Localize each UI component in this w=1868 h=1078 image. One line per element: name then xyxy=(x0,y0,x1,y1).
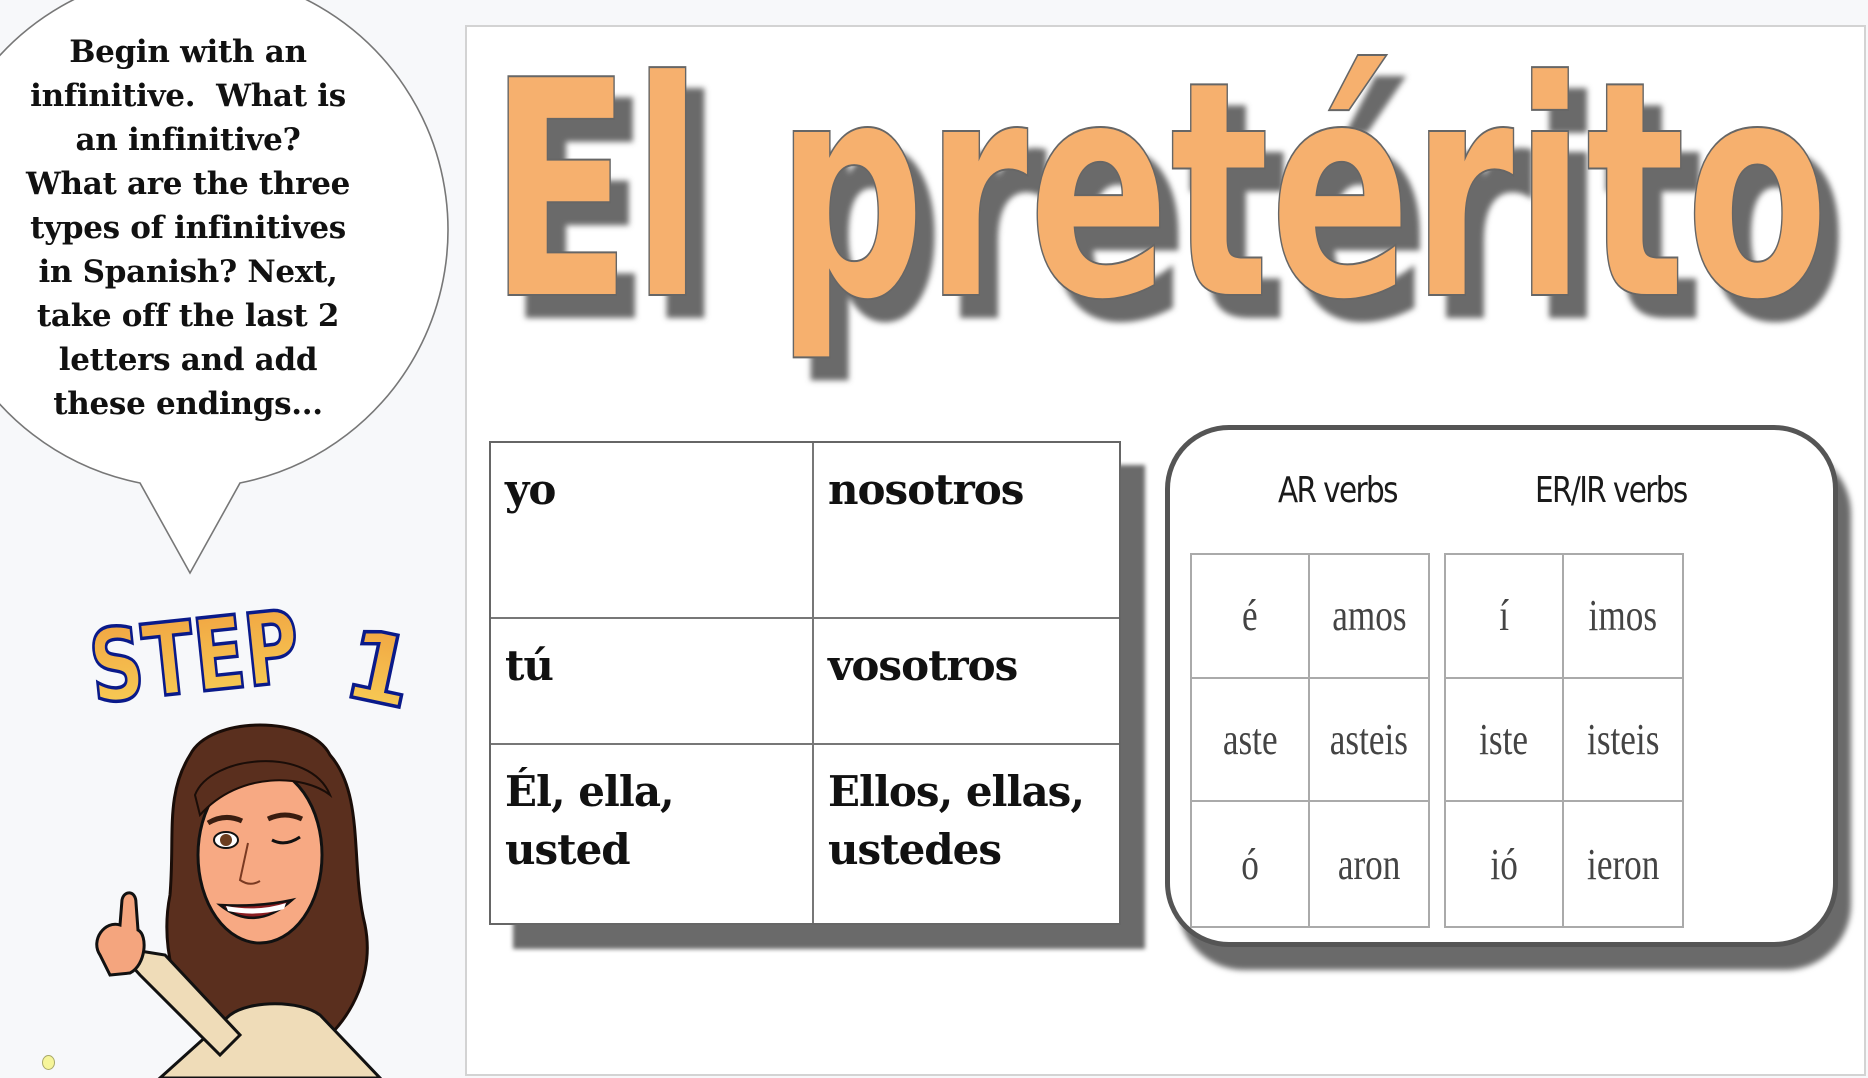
step-1-label: STEP 1 xyxy=(82,586,410,720)
cursor-dot xyxy=(42,1055,55,1070)
speech-bubble-line: infinitive. What is xyxy=(30,78,346,114)
ending-text: ieron xyxy=(1586,839,1660,889)
speech-bubble-line: types of infinitives xyxy=(30,210,346,246)
pronoun-cell: Ellos, ellas, ustedes xyxy=(828,767,1085,874)
speech-bubble-text: Begin with an infinitive. What is an infin… xyxy=(8,30,368,426)
er-ir-verbs-heading: ER/IR verbs xyxy=(1535,470,1688,511)
ending-text: aron xyxy=(1337,839,1401,889)
speech-bubble-line: in Spanish? Next, xyxy=(38,254,338,290)
slide-title: El pretérito xyxy=(488,27,1830,367)
speech-bubble-line: take off the last 2 xyxy=(36,298,340,334)
ending-cell: amos xyxy=(1310,555,1428,679)
ending-cell: ó xyxy=(1192,802,1310,926)
teacher-avatar xyxy=(95,723,383,1078)
speech-bubble-line: Begin with an xyxy=(69,34,307,70)
ending-cell: ieron xyxy=(1564,802,1682,926)
speech-bubble-line: What are the three xyxy=(25,166,351,202)
pronoun-table: yo nosotros tú vosotros Él, ella, usted Ellos… xyxy=(489,441,1121,925)
pronoun-cell: nosotros xyxy=(814,443,1119,619)
ending-text: asteis xyxy=(1329,714,1409,764)
ending-text: í xyxy=(1499,591,1509,641)
ending-text: amos xyxy=(1331,591,1407,641)
ending-cell: isteis xyxy=(1564,679,1682,803)
speech-bubble-line: letters and add xyxy=(58,342,318,378)
step-number: 1 xyxy=(335,607,410,720)
pronoun-cell: vosotros xyxy=(814,619,1119,745)
ending-cell: ió xyxy=(1446,802,1564,926)
ending-cell: iste xyxy=(1446,678,1564,803)
ending-cell: aste xyxy=(1192,678,1310,803)
ar-endings-table: é amos aste asteis ó aron xyxy=(1190,553,1430,928)
ending-text: isteis xyxy=(1586,714,1660,764)
ending-text: iste xyxy=(1479,714,1529,764)
speech-bubble-line: an infinitive? xyxy=(75,122,301,158)
er-ir-endings-table: í imos iste isteis ió ieron xyxy=(1444,553,1684,928)
endings-box: AR verbs ER/IR verbs é amos aste asteis ó aro… xyxy=(1165,425,1838,947)
ending-text: aste xyxy=(1222,714,1278,764)
ending-cell: í xyxy=(1446,555,1564,679)
ending-cell: aron xyxy=(1310,802,1428,926)
speech-bubble-line: these endings... xyxy=(53,386,323,422)
ending-cell: asteis xyxy=(1310,679,1428,803)
ending-text: ó xyxy=(1241,839,1259,889)
ar-verbs-heading: AR verbs xyxy=(1278,470,1399,511)
step-word: STEP xyxy=(84,588,305,720)
ending-cell: imos xyxy=(1564,555,1682,679)
pronoun-cell: tú xyxy=(491,619,814,745)
ending-text: é xyxy=(1242,591,1258,641)
pronoun-cell: Él, ella, usted xyxy=(491,745,814,923)
pronoun-cell: yo xyxy=(491,443,814,619)
ending-text: ió xyxy=(1490,839,1518,889)
title-text: El pretérito xyxy=(489,27,1829,366)
ending-cell: é xyxy=(1192,555,1310,679)
ending-text: imos xyxy=(1588,591,1658,641)
